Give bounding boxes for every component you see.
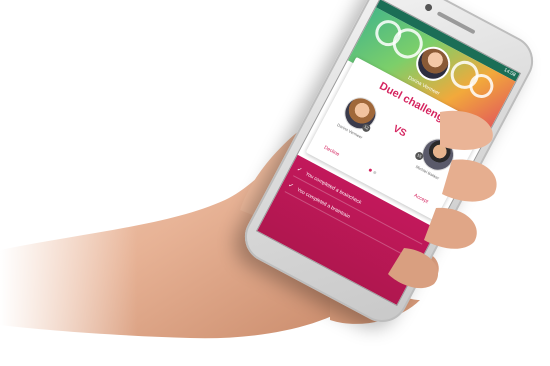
front-camera-icon [423,2,434,13]
page-dot[interactable] [372,170,377,175]
vs-label: VS [391,123,408,140]
page-dot-active[interactable] [368,168,373,173]
product-scene: 14:08 Dorina Vermeer Duel challenge 12 V… [0,0,550,366]
pagination-dots [368,159,392,175]
accept-button[interactable]: Accept [413,193,429,205]
decline-button[interactable]: Decline [323,145,341,158]
chevron-right-icon[interactable]: › [455,162,462,171]
